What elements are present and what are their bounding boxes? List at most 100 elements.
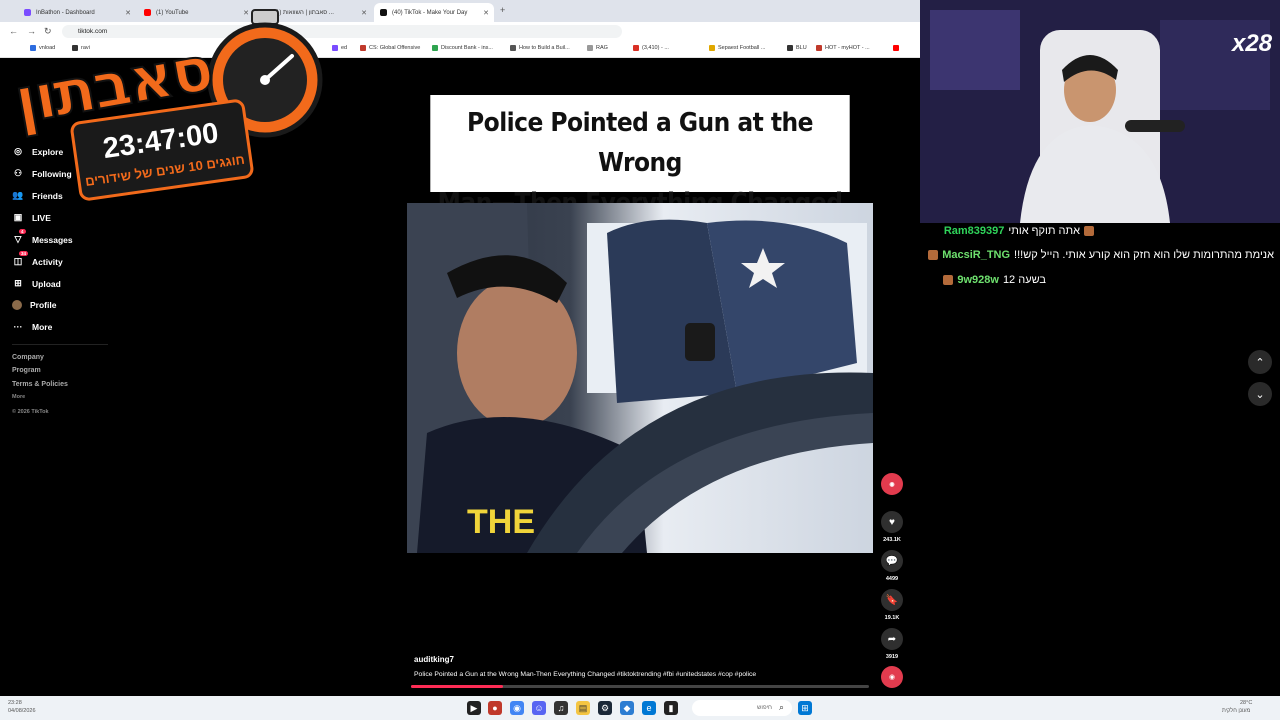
tab-tiktok[interactable]: (40) TikTok - Make Your Day ✕ [374,3,494,22]
save-button[interactable]: 🔖 [881,589,903,611]
video-title-card: Police Pointed a Gun at the Wrong Man—Th… [430,95,850,218]
share-button[interactable]: ➦ [881,628,903,650]
terminal-icon[interactable]: ▮ [664,701,678,715]
app-icon[interactable]: ◆ [620,701,634,715]
copyright: © 2026 TikTok [12,409,49,415]
sidebar-item-label: LIVE [32,212,51,223]
like-button[interactable]: ♥ [881,511,903,533]
messages-icon: ▽ 4 [14,229,26,244]
bookmark-item[interactable]: Discount Bank - ins... [432,45,493,51]
bookmark-item[interactable]: Sepaest Football ... [709,45,765,51]
weather-description: מעונן חלקית [1222,708,1251,714]
webcam-illustration [920,0,1280,223]
share-count: 3919 [885,654,899,660]
footer-link-terms[interactable]: Terms & Policies [12,381,68,388]
close-tab-icon[interactable]: ✕ [361,9,367,17]
discord-icon[interactable]: ☺ [532,701,546,715]
music-disc-icon: ◉ [888,674,896,681]
sidebar-item-live[interactable]: ▣ LIVE [12,212,51,223]
taskbar-date: 04/08/2026 [8,708,36,714]
svg-text:THE: THE [467,503,535,541]
tab-label: (40) TikTok - Make Your Day [392,9,468,16]
weather-temp: 28°C [1240,700,1253,706]
video-frame-illustration: THE [407,203,873,553]
upload-icon: ⊞ [14,278,22,288]
sidebar-item-activity[interactable]: ◫ 34 Activity [12,251,63,267]
windows-taskbar: 23:28 04/08/2026 ▶ ● ◉ ☺ ♫ ▤ ⚙ ◆ e ▮ חיפ… [0,696,1280,720]
search-icon: ⌕ [779,702,785,712]
app-icon[interactable]: ● [488,701,502,715]
chat-message: 9w928w 12 בשעה [943,274,1046,286]
more-icon: ··· [13,322,23,332]
chevron-up-icon: ⌃ [1255,356,1265,369]
video-username[interactable]: auditking7 [414,655,454,664]
windows-start-icon[interactable]: ⊞ [798,701,812,715]
bookmark-item[interactable]: RAG [587,45,608,51]
avatar [12,300,22,310]
chat-nick: 9w928w [957,274,999,286]
emote-icon [943,275,954,285]
creator-avatar[interactable]: ◉ [881,473,903,495]
media-player-icon[interactable]: ▶ [467,701,481,715]
sidebar-item-label: Activity [32,256,63,267]
sidebar-item-messages[interactable]: ▽ 4 Messages [12,229,73,245]
video-progress-fill [411,685,503,688]
chat-text: 12 בשעה [1002,274,1046,286]
avatar-glyph: ◉ [889,481,895,488]
youtube-bookmark-icon[interactable] [893,45,899,51]
bookmark-item[interactable]: BLU [787,45,807,51]
taskbar-search-input[interactable]: חיפוש [692,700,792,716]
scroll-down-button[interactable]: ⌄ [1248,382,1272,406]
activity-icon: ◫ 34 [13,251,29,266]
footer-link-program[interactable]: Program [12,367,41,374]
bookmark-item[interactable]: ed [332,45,347,51]
taskbar-time: 23:28 [8,700,22,706]
sidebar-item-upload[interactable]: ⊞ Upload [12,278,61,289]
footer-link-company[interactable]: Company [12,354,44,361]
close-tab-icon[interactable]: ✕ [483,9,489,17]
chat-nick: Ram839397 [943,225,1005,237]
sidebar-item-more[interactable]: ··· More [12,322,53,332]
stream-chat: Ram839397 אתה תוקף אותי MacsiR_TNG !!!אנ… [920,223,1280,523]
heart-icon: ♥ [889,516,895,528]
save-count: 19.1K [884,615,900,621]
bookmark-item[interactable]: (3,410) - ... [633,45,669,51]
share-icon: ➦ [887,633,897,645]
webcam-feed [920,0,1280,223]
sidebar-item-label: More [32,322,53,332]
chat-message: MacsiR_TNG !!!אנימת מהתרומות שלו הוא חזק… [928,249,1274,261]
edge-icon[interactable]: e [642,701,656,715]
activity-badge: 34 [19,251,29,256]
sidebar-item-label: Profile [30,300,57,310]
emote-icon [1084,226,1094,236]
scroll-up-button[interactable]: ⌃ [1248,350,1272,374]
comment-count: 4499 [885,576,899,582]
emote-icon [928,250,939,260]
new-tab-icon[interactable]: + [500,5,505,15]
comment-icon: 💬 [885,555,899,567]
sidebar-item-label: Messages [32,234,73,245]
stream-overlay: סאבתון 23:47:00 חוגגים 10 שנים של שידורי… [0,0,330,210]
video-player[interactable]: THE [407,203,873,553]
bookmark-item[interactable]: HOT - myHOT - ... [816,45,870,51]
video-title-line: Police Pointed a Gun at the Wrong [467,108,813,178]
sidebar-item-label: Upload [32,278,61,289]
bookmark-item[interactable]: CS: Global Offensive [360,45,420,51]
multiplier-label: x28 [1232,30,1273,57]
chat-text: !!!אנימת מהתרומות שלו הוא חזק הוא קורע א… [1014,249,1274,261]
folder-icon[interactable]: ▤ [576,701,590,715]
comment-button[interactable]: 💬 [881,550,903,572]
headphones-icon[interactable]: ♫ [554,701,568,715]
bookmark-item[interactable]: How to Build a Buil... [510,45,570,51]
chevron-down-icon: ⌄ [1255,388,1265,401]
steam-icon[interactable]: ⚙ [598,701,612,715]
video-progress-bar[interactable] [411,685,869,688]
footer-more-link[interactable]: More [12,394,25,400]
sidebar-divider [12,344,108,345]
bookmark-icon: 🔖 [885,594,899,606]
chat-text: אתה תוקף אותי [1008,225,1080,237]
music-disc[interactable]: ◉ [881,666,903,688]
sidebar-item-profile[interactable]: Profile [12,300,56,310]
live-icon: ▣ [13,212,23,222]
chrome-icon[interactable]: ◉ [510,701,524,715]
